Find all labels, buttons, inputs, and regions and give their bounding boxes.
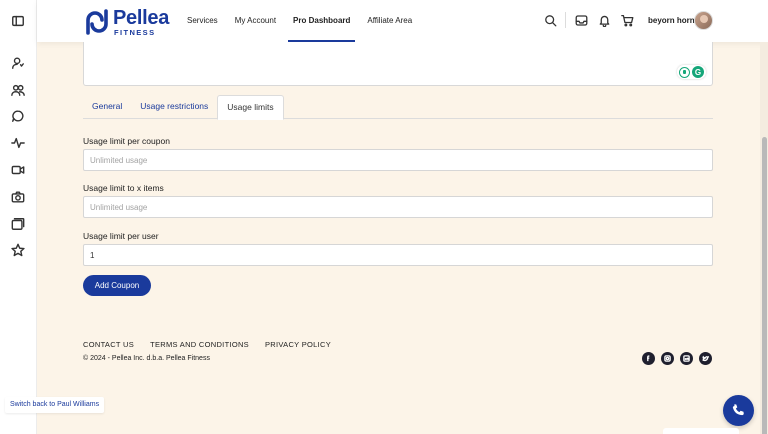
search-icon[interactable] <box>542 12 558 28</box>
nav-affiliate-area[interactable]: Affiliate Area <box>367 0 412 42</box>
usage-limit-per-user-input[interactable] <box>83 244 713 266</box>
user-profile-icon[interactable] <box>9 54 27 72</box>
pellea-logo-icon <box>86 9 108 36</box>
usage-limit-per-coupon-input[interactable] <box>83 149 713 171</box>
video-icon[interactable] <box>9 161 27 179</box>
logo-name: Pellea <box>113 7 170 29</box>
switch-back-link[interactable]: Switch back to Paul Williams <box>5 397 105 413</box>
footer-privacy[interactable]: PRIVACY POLICY <box>265 340 331 349</box>
tab-general[interactable]: General <box>83 95 131 119</box>
chat-icon[interactable] <box>9 107 27 125</box>
footer-contact-us[interactable]: CONTACT US <box>83 340 134 349</box>
usage-limit-x-items-input[interactable] <box>83 196 713 218</box>
bottom-card-edge <box>663 428 739 434</box>
cart-icon[interactable] <box>619 12 635 28</box>
nav-services[interactable]: Services <box>187 0 218 42</box>
instagram-icon[interactable] <box>661 352 674 365</box>
footer-links: CONTACT US TERMS AND CONDITIONS PRIVACY … <box>83 340 347 349</box>
linkedin-icon[interactable] <box>680 352 693 365</box>
grammarly-widget[interactable]: G <box>677 65 706 79</box>
inbox-icon[interactable] <box>573 12 589 28</box>
nav-pro-dashboard[interactable]: Pro Dashboard <box>288 0 356 42</box>
users-group-icon[interactable] <box>9 81 27 99</box>
grammarly-bulb-icon <box>679 66 690 78</box>
top-navigation-bar: Pellea FITNESS Services My Account Pro D… <box>37 0 768 42</box>
camera-icon[interactable] <box>9 188 27 206</box>
header-actions <box>542 12 635 28</box>
avatar[interactable] <box>694 11 713 30</box>
nav-my-account[interactable]: My Account <box>235 0 276 42</box>
usage-limit-x-items-label: Usage limit to x items <box>83 183 164 193</box>
gallery-icon[interactable] <box>9 215 27 233</box>
phone-icon <box>732 404 744 416</box>
description-textarea[interactable]: G <box>83 42 713 86</box>
tab-usage-limits[interactable]: Usage limits <box>217 95 284 120</box>
facebook-icon[interactable] <box>642 352 655 365</box>
main-nav: Services My Account Pro Dashboard Affili… <box>187 0 429 42</box>
twitter-icon[interactable] <box>699 352 712 365</box>
header-divider <box>565 12 566 28</box>
grammarly-logo-icon: G <box>692 66 704 78</box>
coupon-tabs: General Usage restrictions Usage limits <box>83 95 713 120</box>
tab-usage-restrictions[interactable]: Usage restrictions <box>131 95 217 119</box>
scrollbar-thumb[interactable] <box>762 137 767 434</box>
left-icon-rail <box>0 0 37 434</box>
usage-limit-per-user-label: Usage limit per user <box>83 231 159 241</box>
user-name[interactable]: beyorn horn <box>648 16 695 25</box>
logo-subtitle: FITNESS <box>114 28 156 37</box>
pellea-logo[interactable]: Pellea FITNESS <box>84 8 169 37</box>
page-scrollbar[interactable] <box>760 42 768 434</box>
usage-limit-per-coupon-label: Usage limit per coupon <box>83 136 170 146</box>
star-icon[interactable] <box>9 241 27 259</box>
social-links <box>642 352 718 365</box>
add-coupon-button[interactable]: Add Coupon <box>83 275 151 296</box>
footer-terms[interactable]: TERMS AND CONDITIONS <box>150 340 249 349</box>
sidebar-toggle-icon[interactable] <box>9 12 27 30</box>
phone-call-button[interactable] <box>723 395 754 426</box>
copyright-text: © 2024 - Pellea Inc. d.b.a. Pellea Fitne… <box>83 355 210 362</box>
bell-icon[interactable] <box>596 12 612 28</box>
activity-icon[interactable] <box>9 134 27 152</box>
